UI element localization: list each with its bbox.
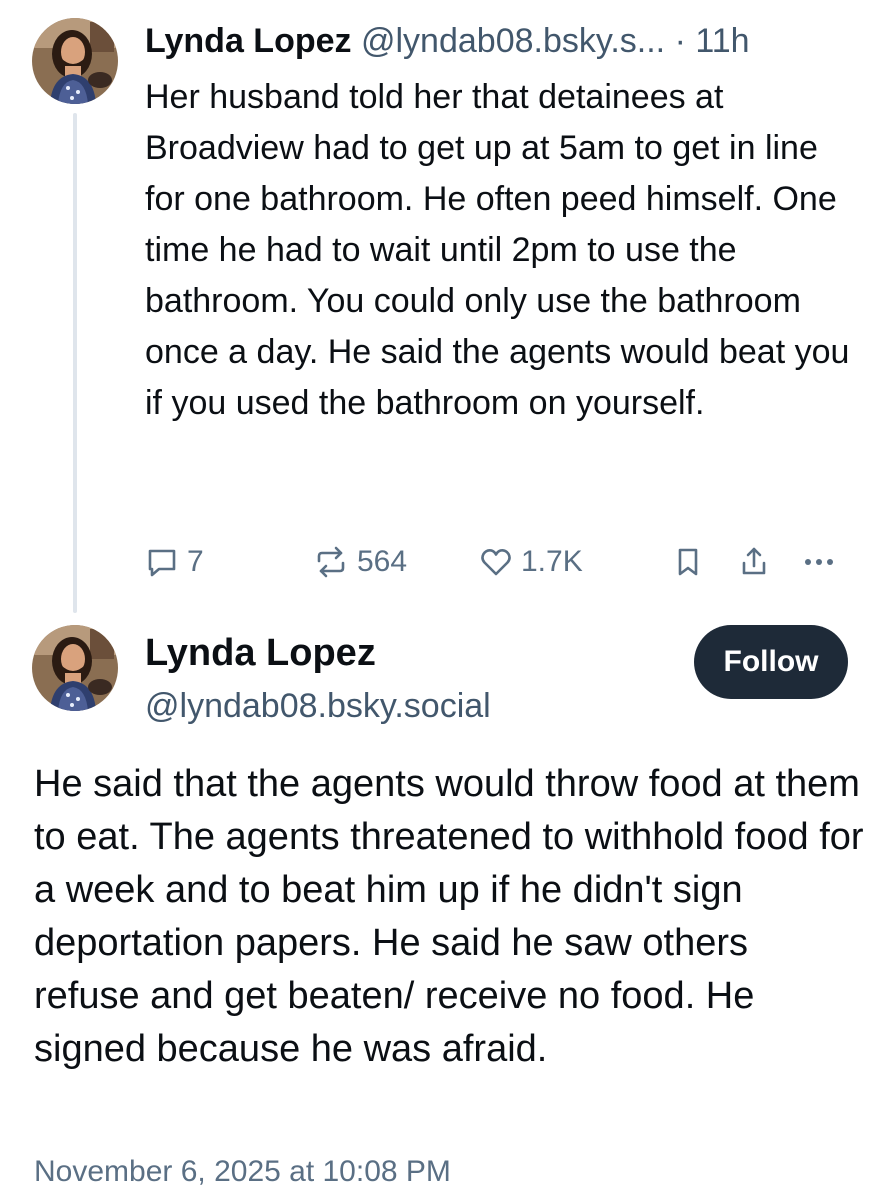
author-handle[interactable]: @lyndab08.bsky.social	[145, 683, 491, 729]
follow-button[interactable]: Follow	[694, 625, 848, 699]
author-handle[interactable]: @lyndab08.bsky.s...	[361, 22, 665, 60]
avatar[interactable]	[32, 18, 118, 104]
bookmark-icon	[673, 545, 703, 579]
repost-count: 564	[357, 545, 408, 578]
speech-bubble-icon	[145, 545, 179, 579]
repost-button[interactable]: 564	[313, 538, 407, 586]
share-button[interactable]	[737, 538, 771, 586]
post-text: He said that the agents would throw food…	[34, 763, 864, 1070]
bookmark-button[interactable]	[673, 538, 703, 586]
author-name[interactable]: Lynda Lopez	[145, 22, 352, 60]
like-count: 1.7K	[521, 545, 583, 578]
more-options-button[interactable]	[801, 538, 837, 586]
ellipsis-icon	[801, 545, 837, 579]
reply-header: Lynda Lopez @lyndab08.bsky.s... · 11h	[145, 18, 855, 64]
avatar[interactable]	[32, 625, 118, 711]
reply-count: 7	[187, 545, 204, 578]
post-timestamp: November 6, 2025 at 10:08 PM	[34, 1155, 451, 1188]
reply-post[interactable]: Lynda Lopez @lyndab08.bsky.s... · 11h He…	[0, 0, 881, 610]
author-name[interactable]: Lynda Lopez	[145, 629, 376, 677]
post-time[interactable]: 11h	[695, 22, 749, 60]
repost-arrows-icon	[313, 545, 349, 579]
share-icon	[737, 545, 771, 579]
post-actions: 7 564 1.7K	[145, 538, 855, 586]
separator-dot: ·	[674, 22, 686, 60]
like-button[interactable]: 1.7K	[479, 538, 583, 586]
reply-button[interactable]: 7	[145, 538, 204, 586]
reply-text: Her husband told her that detainees at B…	[145, 78, 850, 422]
main-post: Lynda Lopez @lyndab08.bsky.social Follow…	[0, 615, 881, 1200]
heart-icon	[479, 545, 513, 579]
